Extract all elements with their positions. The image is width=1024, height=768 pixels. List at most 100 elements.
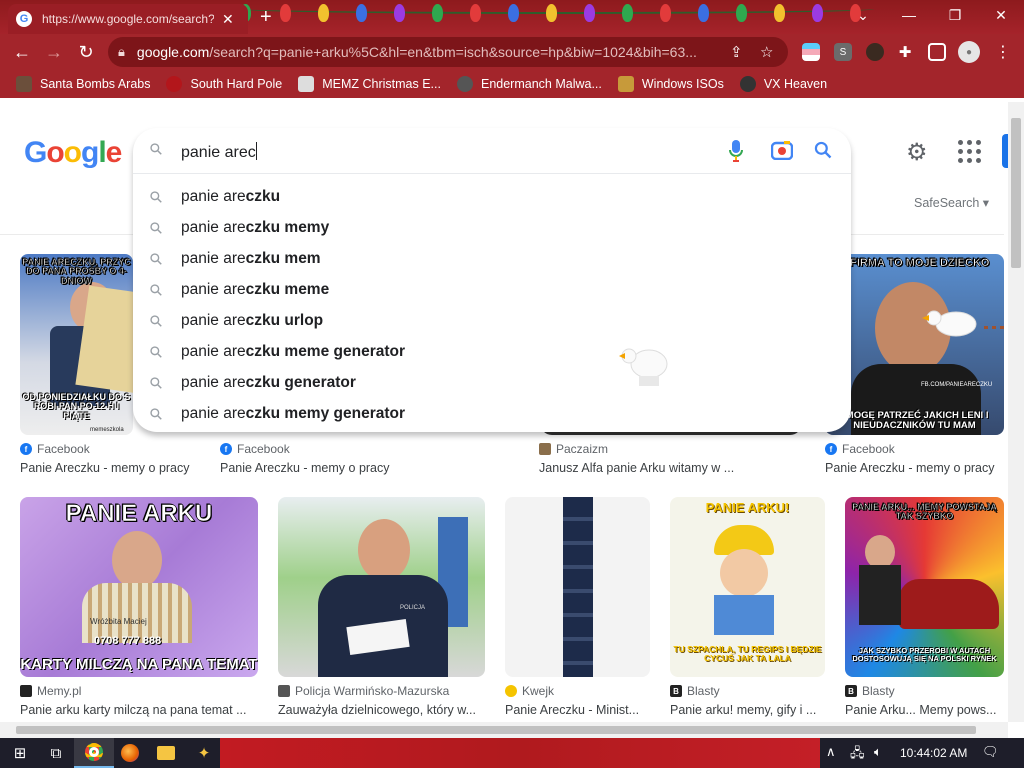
sparkle-app-icon[interactable]: ✦ <box>184 738 224 768</box>
image-result[interactable]: A FIRMA TO MOJE DZIECKO FB.COM/PANIEAREC… <box>825 254 1005 454</box>
volume-icon[interactable]: 🔈︎ <box>874 744 882 760</box>
reload-icon[interactable]: ↻ <box>74 40 98 64</box>
side-panel-icon[interactable] <box>928 43 946 61</box>
search-icon <box>150 315 162 327</box>
meme-bottom-text: I MOGĘ PATRZEĆ JAKICH LENI I NIEUDACZNIK… <box>840 410 989 432</box>
blasty-icon: B <box>670 685 682 697</box>
extensions-puzzle-icon[interactable]: ✚ <box>896 43 914 61</box>
person-image <box>112 531 162 589</box>
suggestion-item[interactable]: panie areczku meme <box>133 274 851 305</box>
firefox-taskbar-icon[interactable] <box>110 738 150 768</box>
meme-top-text: A FIRMA TO MOJE DZIECKO <box>839 257 990 269</box>
result-thumbnail[interactable]: PANIE ARKU! TU SZPACHLA, TU REGIPS I BĘD… <box>670 497 825 677</box>
profile-icon[interactable]: ● <box>958 41 980 63</box>
restore-icon[interactable]: ❐ <box>932 0 978 30</box>
suggestion-item[interactable]: panie areczku memy generator <box>133 398 851 429</box>
microphone-icon[interactable] <box>729 140 743 162</box>
search-input[interactable]: panie arec <box>181 142 257 162</box>
google-apps-icon[interactable] <box>958 140 982 164</box>
extension-avatar-icon[interactable] <box>866 43 884 61</box>
result-source[interactable]: B Blasty <box>670 684 720 698</box>
suggestion-item[interactable]: panie areczku memy <box>133 212 851 243</box>
vertical-scroll-thumb[interactable] <box>1011 118 1021 268</box>
result-source[interactable]: f Facebook <box>220 442 290 456</box>
menu-kebab-icon[interactable]: ⋮ <box>994 43 1012 61</box>
horizontal-scroll-thumb[interactable] <box>16 726 976 734</box>
result-caption[interactable]: Panie Arku... Memy pows... <box>845 703 1004 717</box>
bookmark-item[interactable]: South Hard Pole <box>166 76 282 92</box>
result-thumbnail[interactable]: PANIE ARKU Wróżbita Maciej 0708 777 888 … <box>20 497 258 677</box>
facebook-icon: f <box>825 443 837 455</box>
result-source[interactable]: Kwejk <box>505 684 554 698</box>
notifications-icon[interactable]: 🗨︎ <box>982 744 999 760</box>
settings-gear-icon[interactable]: ⚙ <box>906 138 928 167</box>
tray-chevron-icon[interactable]: ∧ <box>826 744 836 760</box>
clock[interactable]: 10:44:02 AM <box>900 746 967 760</box>
extension-flag-icon[interactable] <box>802 43 820 61</box>
bookmark-item[interactable]: Windows ISOs <box>617 76 724 92</box>
result-thumbnail[interactable]: PANIE ARECZKU, PRZYC DO PANA PROŚBY O 4-… <box>20 254 133 435</box>
file-explorer-icon[interactable] <box>146 738 186 768</box>
search-icon <box>150 222 162 234</box>
tab-search-icon[interactable]: ⌄ <box>840 0 886 30</box>
result-caption[interactable]: Zauważyła dzielnicowego, który w... <box>278 703 485 717</box>
result-source[interactable]: Policja Warmińsko-Mazurska <box>278 684 449 698</box>
result-caption[interactable]: Panie Areczku - memy o pracy <box>20 461 200 475</box>
memy-pl-icon <box>20 685 32 697</box>
result-caption[interactable]: Janusz Alfa panie Arku witamy w ... <box>539 461 779 475</box>
result-thumbnail[interactable] <box>505 497 650 677</box>
suggestion-item[interactable]: panie areczku <box>133 181 851 212</box>
suggestion-item[interactable]: panie areczku mem <box>133 243 851 274</box>
result-caption[interactable]: Panie Areczku - memy o pracy <box>220 461 400 475</box>
bookmark-star-icon[interactable]: ☆ <box>760 43 773 61</box>
search-box[interactable]: panie arec <box>133 128 851 174</box>
result-caption[interactable]: Panie Areczku - memy o pracy <box>825 461 1005 475</box>
browser-tab[interactable]: G https://www.google.com/search? ✕ <box>8 4 248 34</box>
share-icon[interactable]: ⇪ <box>730 43 743 61</box>
new-tab-icon[interactable]: + <box>260 6 272 29</box>
bookmark-item[interactable]: MEMZ Christmas E... <box>298 76 441 92</box>
meme-top-text: PANIE ARKU... MEMY POWSTAJĄ TAK SZYBKO <box>852 502 997 522</box>
suggestion-item[interactable]: panie areczku meme generator <box>133 336 851 367</box>
result-caption[interactable]: Panie arku! memy, gify i ... <box>670 703 825 717</box>
extension-s-icon[interactable]: S <box>834 43 852 61</box>
address-bar[interactable]: 🔒︎ google.com/search?q=panie+arku%5C&hl=… <box>108 37 788 67</box>
network-icon[interactable]: 🖧︎ <box>850 744 865 766</box>
minimize-icon[interactable]: — <box>886 0 932 30</box>
goose-sprite-icon <box>619 348 668 386</box>
url-text: google.com/search?q=panie+arku%5C&hl=en&… <box>136 44 697 60</box>
google-logo[interactable]: Google <box>24 136 122 170</box>
suggestion-item[interactable]: panie areczku generator <box>133 367 851 398</box>
result-source[interactable]: f Facebook <box>20 442 90 456</box>
forward-icon[interactable]: → <box>42 40 66 64</box>
cat-icon <box>456 76 473 92</box>
back-icon[interactable]: ← <box>10 40 34 64</box>
suggestion-item[interactable]: panie areczku urlop <box>133 305 851 336</box>
wallpaper-strip <box>220 738 820 768</box>
chrome-taskbar-icon[interactable] <box>74 738 114 768</box>
close-window-icon[interactable]: ✕ <box>978 0 1024 30</box>
tab-close-icon[interactable]: ✕ <box>222 11 234 28</box>
result-thumbnail[interactable]: POLICJA <box>278 497 485 677</box>
result-thumbnail[interactable]: A FIRMA TO MOJE DZIECKO FB.COM/PANIEAREC… <box>825 254 1004 435</box>
result-source[interactable]: f Facebook <box>825 442 895 456</box>
result-source[interactable]: Memy.pl <box>20 684 81 698</box>
search-submit-icon[interactable] <box>813 140 833 160</box>
windows-start-icon[interactable]: ⊞ <box>0 738 40 768</box>
bookmark-item[interactable]: VX Heaven <box>739 76 827 92</box>
safesearch-dropdown[interactable]: SafeSearch ▾ <box>914 195 989 210</box>
result-caption[interactable]: Panie arku karty milczą na pana temat ..… <box>20 703 258 717</box>
bookmark-item[interactable]: Santa Bombs Arabs <box>16 76 150 92</box>
task-view-icon[interactable]: ⧉ <box>36 738 76 768</box>
camera-lens-icon[interactable] <box>771 140 793 160</box>
bookmark-label: Santa Bombs Arabs <box>40 77 151 91</box>
browser-toolbar: ← → ↻ 🔒︎ google.com/search?q=panie+arku%… <box>0 34 1024 70</box>
bookmark-item[interactable]: Endermanch Malwa... <box>456 76 602 92</box>
result-source[interactable]: B Blasty <box>845 684 895 698</box>
result-caption[interactable]: Panie Areczku - Minist... <box>505 703 650 717</box>
result-thumbnail[interactable]: PANIE ARKU... MEMY POWSTAJĄ TAK SZYBKO J… <box>845 497 1004 677</box>
result-source[interactable]: Paczaizm <box>539 442 608 456</box>
police-icon <box>278 685 290 697</box>
psychic-name: Wróżbita Maciej <box>90 617 147 626</box>
christmas-lights <box>240 0 874 34</box>
